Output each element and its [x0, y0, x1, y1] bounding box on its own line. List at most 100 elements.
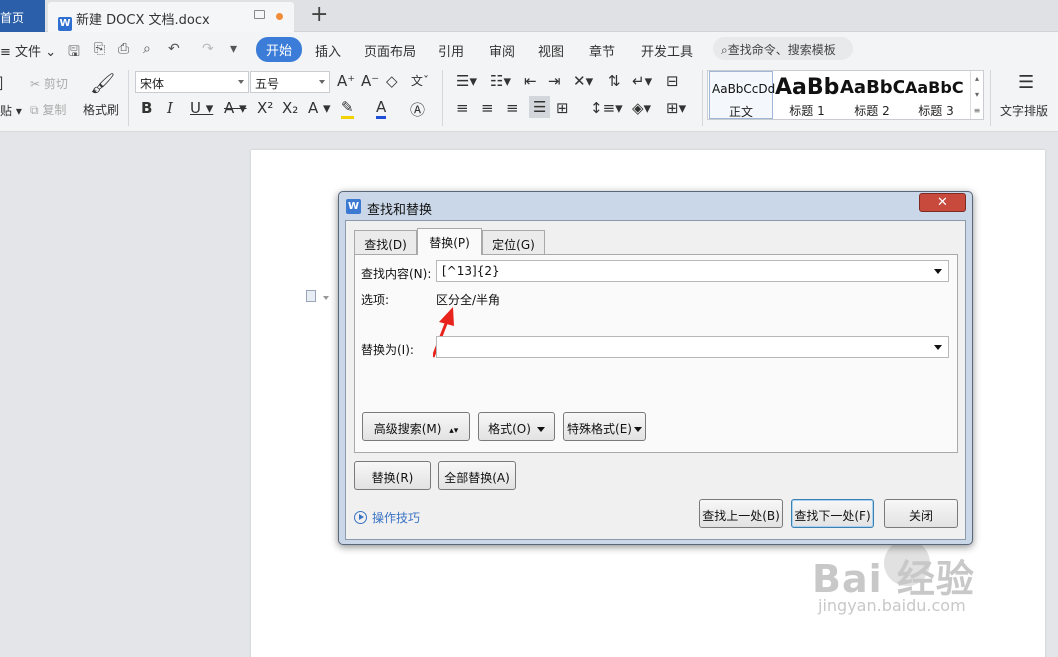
- shrink-font-icon[interactable]: A⁻: [361, 72, 379, 90]
- export-icon[interactable]: ⎘: [94, 41, 105, 57]
- replace-history-dropdown-icon[interactable]: [934, 345, 942, 350]
- style-normal[interactable]: AaBbCcDd 正文: [709, 71, 776, 119]
- distributed-icon[interactable]: ⊞: [556, 99, 569, 117]
- cut-button[interactable]: ✂ 剪切: [30, 75, 68, 92]
- style-heading-3[interactable]: AaBbC 标题 3: [905, 71, 967, 119]
- align-center-icon[interactable]: ≡: [481, 99, 494, 117]
- borders-icon[interactable]: ⊞▾: [666, 99, 686, 117]
- file-menu-label: 文件: [15, 45, 42, 60]
- new-tab-button[interactable]: +: [310, 4, 328, 26]
- paste-button[interactable]: 粘贴 ▾: [0, 102, 22, 119]
- tab-developer[interactable]: 开发工具: [641, 41, 693, 60]
- justify-icon[interactable]: ☰: [529, 96, 551, 118]
- dialog-title: 查找和替换: [367, 203, 433, 218]
- chinese-layout-icon[interactable]: ✕▾: [573, 72, 593, 90]
- table-icon[interactable]: ⊟: [666, 72, 679, 90]
- scissors-icon: ✂: [30, 77, 41, 91]
- undo-icon[interactable]: ↶: [168, 41, 180, 57]
- marker-dropdown-icon[interactable]: [323, 296, 329, 300]
- find-next-button[interactable]: 查找下一处(F): [791, 499, 874, 528]
- font-name-select[interactable]: 宋体: [135, 71, 249, 93]
- tab-replace[interactable]: 替换(P): [417, 228, 482, 255]
- format-painter-icon[interactable]: 🖌: [90, 71, 115, 95]
- copy-icon: ⧉: [30, 103, 39, 117]
- sort-icon[interactable]: ⇅: [608, 72, 621, 90]
- increase-indent-icon[interactable]: ⇥: [548, 72, 561, 90]
- underline-icon[interactable]: U ▾: [190, 99, 213, 117]
- customize-dropdown-icon[interactable]: ▾: [230, 41, 237, 57]
- bullets-icon[interactable]: ☰▾: [456, 72, 477, 90]
- replace-input[interactable]: [436, 336, 949, 358]
- document-title: 新建 DOCX 文档.docx: [76, 13, 210, 28]
- print-preview-icon[interactable]: ⌕: [143, 41, 151, 57]
- decrease-indent-icon[interactable]: ⇤: [524, 72, 537, 90]
- font-color-icon[interactable]: A: [376, 99, 387, 119]
- ribbon-divider: [702, 70, 703, 126]
- font-name-value: 宋体: [140, 77, 165, 91]
- highlight-icon[interactable]: ✎: [341, 99, 354, 119]
- clear-format-icon[interactable]: ◇: [386, 72, 398, 90]
- format-button[interactable]: 格式(O): [478, 412, 555, 441]
- italic-icon[interactable]: I: [167, 99, 173, 117]
- phonetic-guide-icon[interactable]: 文ˇ: [411, 72, 429, 89]
- tab-chapter[interactable]: 章节: [589, 41, 615, 60]
- text-layout-button[interactable]: 文字排版: [1000, 102, 1048, 119]
- save-icon[interactable]: 🖫: [68, 41, 80, 65]
- close-button[interactable]: 关闭: [884, 499, 958, 528]
- tab-review[interactable]: 审阅: [489, 41, 515, 60]
- find-input[interactable]: [^13]{2}: [436, 260, 949, 282]
- style-heading-2-name: 标题 2: [854, 104, 890, 118]
- dialog-close-button[interactable]: ✕: [919, 193, 966, 212]
- tab-home[interactable]: 首页: [0, 0, 45, 32]
- format-painter-button[interactable]: 格式刷: [83, 101, 119, 118]
- show-marks-icon[interactable]: ↵▾: [632, 72, 652, 90]
- paragraph-marker-icon[interactable]: [306, 290, 316, 302]
- tab-goto[interactable]: 定位(G): [482, 230, 545, 254]
- tab-start[interactable]: 开始: [256, 37, 303, 62]
- file-menu[interactable]: ≡ 文件 ⌄: [0, 41, 56, 60]
- find-previous-button[interactable]: 查找上一处(B): [699, 499, 783, 528]
- tab-references[interactable]: 引用: [438, 41, 464, 60]
- strikethrough-icon[interactable]: A ▾: [224, 99, 247, 117]
- align-right-icon[interactable]: ≡: [506, 99, 519, 117]
- style-normal-sample: AaBbCcDd: [712, 82, 776, 96]
- superscript-icon[interactable]: X²: [257, 99, 273, 117]
- text-effect-icon[interactable]: A ▾: [308, 99, 331, 117]
- style-heading-1[interactable]: AaBb 标题 1: [775, 71, 839, 119]
- advanced-search-button[interactable]: 高级搜索(M) ▴▾: [362, 412, 470, 441]
- print-icon[interactable]: ⎙: [118, 41, 129, 57]
- grow-font-icon[interactable]: A⁺: [337, 72, 355, 90]
- close-icon: ✕: [937, 195, 948, 210]
- tab-find[interactable]: 查找(D): [354, 230, 417, 254]
- find-history-dropdown-icon[interactable]: [934, 269, 942, 274]
- paste-icon[interactable]: ▯: [0, 72, 4, 93]
- numbering-icon[interactable]: ☷▾: [490, 72, 511, 90]
- special-format-button[interactable]: 特殊格式(E): [563, 412, 646, 441]
- tab-document[interactable]: W 新建 DOCX 文档.docx: [48, 2, 294, 32]
- command-search[interactable]: ⌕查找命令、搜索模板: [713, 37, 853, 60]
- style-heading-2[interactable]: AaBbC 标题 2: [840, 71, 904, 119]
- align-left-icon[interactable]: ≡: [456, 99, 469, 117]
- tips-link[interactable]: 操作技巧: [354, 509, 420, 526]
- line-spacing-icon[interactable]: ↕≡▾: [590, 99, 623, 117]
- unsaved-dot-icon: [276, 13, 283, 20]
- tab-insert[interactable]: 插入: [315, 41, 341, 60]
- dialog-titlebar[interactable]: W 查找和替换 ✕: [339, 192, 972, 220]
- subscript-icon[interactable]: X₂: [282, 99, 298, 117]
- copy-button[interactable]: ⧉ 复制: [30, 101, 66, 118]
- bold-icon[interactable]: B: [141, 99, 152, 117]
- title-tab-bar: 首页 W 新建 DOCX 文档.docx +: [0, 0, 1058, 32]
- format-label: 格式(O): [488, 422, 531, 436]
- tab-page-layout[interactable]: 页面布局: [364, 41, 416, 60]
- styles-gallery: AaBbCcDd 正文 AaBb 标题 1 AaBbC 标题 2 AaBbC 标…: [707, 70, 984, 120]
- monitor-icon[interactable]: [254, 10, 265, 19]
- text-layout-icon[interactable]: ☰: [1018, 72, 1034, 93]
- character-border-icon[interactable]: Ⓐ: [410, 99, 425, 120]
- tab-view[interactable]: 视图: [538, 41, 564, 60]
- replace-all-button[interactable]: 全部替换(A): [438, 461, 516, 490]
- shading-icon[interactable]: ◈▾: [632, 99, 651, 117]
- font-size-select[interactable]: 五号: [250, 71, 330, 93]
- redo-icon[interactable]: ↷: [202, 41, 214, 57]
- styles-scroll[interactable]: ▴ ▾ ≡: [970, 71, 983, 119]
- replace-button[interactable]: 替换(R): [354, 461, 431, 490]
